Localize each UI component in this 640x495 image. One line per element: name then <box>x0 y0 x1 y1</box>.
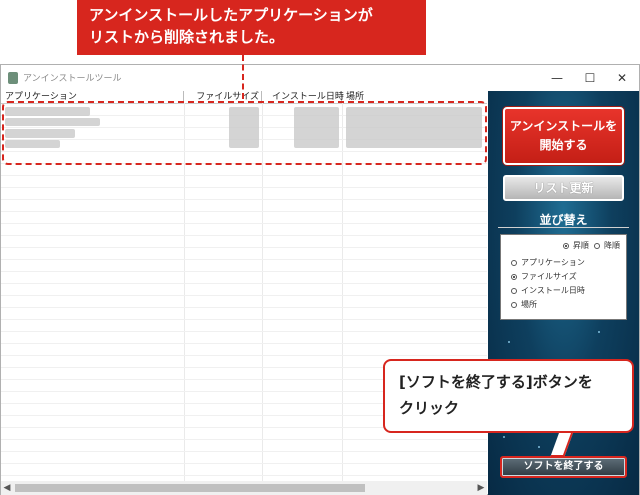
highlight-removed-rows <box>2 101 487 165</box>
radio-asc[interactable] <box>562 242 569 249</box>
row-line <box>1 247 487 248</box>
scroll-left-icon[interactable]: ◀ <box>1 481 13 495</box>
star-decoration <box>538 446 540 448</box>
row-line <box>1 295 487 296</box>
start-uninstall-label-2: 開始する <box>539 138 588 152</box>
row-line <box>1 211 487 212</box>
scroll-thumb[interactable] <box>15 484 365 492</box>
maximize-icon[interactable]: ☐ <box>579 69 601 87</box>
row-line <box>1 451 487 452</box>
scroll-right-icon[interactable]: ▶ <box>475 481 487 495</box>
sort-title: 並び替え <box>539 213 588 227</box>
annotation-bottom-line1: [ソフトを終了する]ボタンを <box>399 373 593 391</box>
order-asc-label: 昇順 <box>572 241 589 250</box>
radio-icon <box>511 287 517 294</box>
row-line <box>1 319 487 320</box>
radio-icon <box>511 301 517 308</box>
row-line <box>1 307 487 308</box>
sort-option[interactable]: アプリケーション <box>511 257 585 268</box>
annotation-bottom: [ソフトを終了する]ボタンを クリック <box>383 359 634 433</box>
order-desc-label: 降順 <box>604 241 620 250</box>
row-line <box>1 355 487 356</box>
row-line <box>1 475 487 476</box>
divider <box>498 227 629 228</box>
sort-option-label: アプリケーション <box>521 258 585 267</box>
sort-option[interactable]: ファイルサイズ <box>511 271 577 282</box>
start-uninstall-label-1: アンインストールを <box>509 119 618 133</box>
annotation-top-line1: アンインストールしたアプリケーションが <box>89 6 373 24</box>
row-line <box>1 343 487 344</box>
close-icon[interactable]: ✕ <box>611 69 633 87</box>
app-icon <box>8 72 18 84</box>
sort-options-box: 昇順 降順 アプリケーション ファイルサイズ インストール日時 場所 <box>500 234 627 320</box>
annotation-top-line2: リストから削除されました。 <box>89 28 285 46</box>
sort-option-label: 場所 <box>521 300 537 309</box>
row-line <box>1 463 487 464</box>
row-line <box>1 175 487 176</box>
titlebar: アンインストールツール — ☐ ✕ <box>1 65 639 91</box>
row-line <box>1 283 487 284</box>
window-title: アンインストールツール <box>23 74 122 84</box>
row-line <box>1 259 487 260</box>
row-line <box>1 331 487 332</box>
start-uninstall-button[interactable]: アンインストールを 開始する <box>503 107 624 165</box>
star-decoration <box>508 341 510 343</box>
order-row: 昇順 降順 <box>562 240 620 251</box>
star-decoration <box>503 436 505 438</box>
row-line <box>1 439 487 440</box>
row-line <box>1 187 487 188</box>
row-line <box>1 199 487 200</box>
row-line <box>1 223 487 224</box>
sort-option-label: ファイルサイズ <box>521 272 577 281</box>
star-decoration <box>598 331 600 333</box>
minimize-icon[interactable]: — <box>546 69 568 87</box>
quit-button[interactable]: ソフトを終了する <box>500 456 627 478</box>
annotation-top-connector <box>242 55 244 99</box>
row-line <box>1 271 487 272</box>
radio-desc[interactable] <box>594 242 600 249</box>
sort-option-label: インストール日時 <box>521 286 585 295</box>
radio-icon <box>511 273 517 280</box>
row-line <box>1 235 487 236</box>
horizontal-scrollbar[interactable]: ◀ ▶ <box>1 481 487 495</box>
annotation-top: アンインストールしたアプリケーションが リストから削除されました。 <box>77 0 426 55</box>
radio-icon <box>511 259 517 266</box>
sort-option[interactable]: 場所 <box>511 299 537 310</box>
sort-option[interactable]: インストール日時 <box>511 285 585 296</box>
annotation-bottom-line2: クリック <box>399 399 460 417</box>
refresh-list-button[interactable]: リスト更新 <box>503 175 624 201</box>
